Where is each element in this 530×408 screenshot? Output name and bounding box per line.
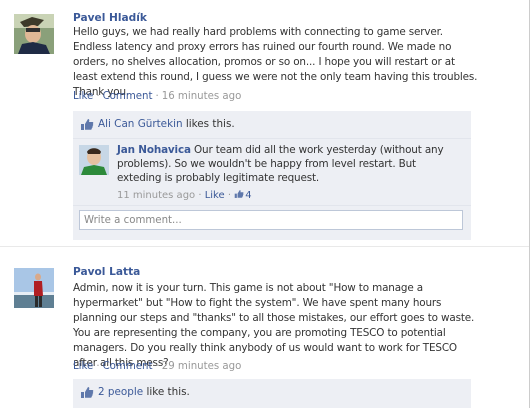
comment-actions: 11 minutes ago · Like · 4 bbox=[117, 189, 252, 201]
comment-link[interactable]: Comment bbox=[103, 91, 153, 102]
post: Pavel Hladík Hello guys, we had really h… bbox=[0, 0, 530, 246]
comment-like-count[interactable]: 4 bbox=[234, 190, 252, 201]
avatar[interactable] bbox=[79, 145, 109, 175]
avatar[interactable] bbox=[14, 14, 54, 54]
write-comment-input[interactable] bbox=[84, 212, 454, 228]
comment-author[interactable]: Jan Nohavica bbox=[117, 144, 191, 156]
likes-row: 2 people like this. bbox=[73, 379, 471, 406]
separator: · bbox=[155, 361, 159, 372]
thumbs-up-icon bbox=[234, 190, 244, 198]
likes-row: Ali Can Gürtekin likes this. bbox=[73, 111, 471, 139]
separator: · bbox=[96, 361, 100, 372]
feedback-box: Ali Can Gürtekin likes this. Jan Nohavic… bbox=[73, 111, 471, 240]
likes-summary: Ali Can Gürtekin likes this. bbox=[98, 118, 235, 130]
thumbs-up-icon bbox=[80, 386, 94, 399]
post-actions: Like · Comment · 29 minutes ago bbox=[73, 361, 241, 372]
comment-link[interactable]: Comment bbox=[103, 361, 153, 372]
comment: Jan Nohavica Our team did all the work y… bbox=[73, 139, 471, 206]
post-actions: Like · Comment · 16 minutes ago bbox=[73, 91, 241, 102]
likes-suffix: likes this. bbox=[182, 118, 235, 130]
feedback-box: 2 people like this. bbox=[73, 379, 471, 408]
separator: · bbox=[155, 91, 159, 102]
post-message: Admin, now it is your turn. This game is… bbox=[73, 282, 475, 369]
post-timestamp[interactable]: 29 minutes ago bbox=[162, 361, 242, 372]
likes-suffix: like this. bbox=[143, 386, 190, 398]
likers-link[interactable]: 2 people bbox=[98, 386, 143, 398]
post: Pavol Latta Admin, now it is your turn. … bbox=[0, 258, 530, 408]
separator: · bbox=[96, 91, 100, 102]
separator: · bbox=[224, 190, 235, 201]
post-divider bbox=[0, 246, 530, 247]
separator: · bbox=[195, 190, 205, 201]
comment-body: Jan Nohavica Our team did all the work y… bbox=[117, 143, 457, 185]
avatar[interactable] bbox=[14, 268, 54, 308]
post-message: Hello guys, we had really hard problems … bbox=[73, 26, 478, 98]
thumbs-up-icon bbox=[80, 118, 94, 131]
post-author[interactable]: Pavel Hladík bbox=[73, 12, 147, 24]
write-comment-box[interactable] bbox=[79, 210, 463, 230]
post-timestamp[interactable]: 16 minutes ago bbox=[162, 91, 242, 102]
likes-summary: 2 people like this. bbox=[98, 386, 190, 398]
comment-timestamp[interactable]: 11 minutes ago bbox=[117, 190, 195, 201]
like-link[interactable]: Like bbox=[73, 361, 93, 372]
like-link[interactable]: Like bbox=[73, 91, 93, 102]
like-count: 4 bbox=[245, 190, 252, 201]
comment-like-link[interactable]: Like bbox=[205, 190, 225, 201]
post-author[interactable]: Pavol Latta bbox=[73, 266, 140, 278]
liker-link[interactable]: Ali Can Gürtekin bbox=[98, 118, 183, 130]
